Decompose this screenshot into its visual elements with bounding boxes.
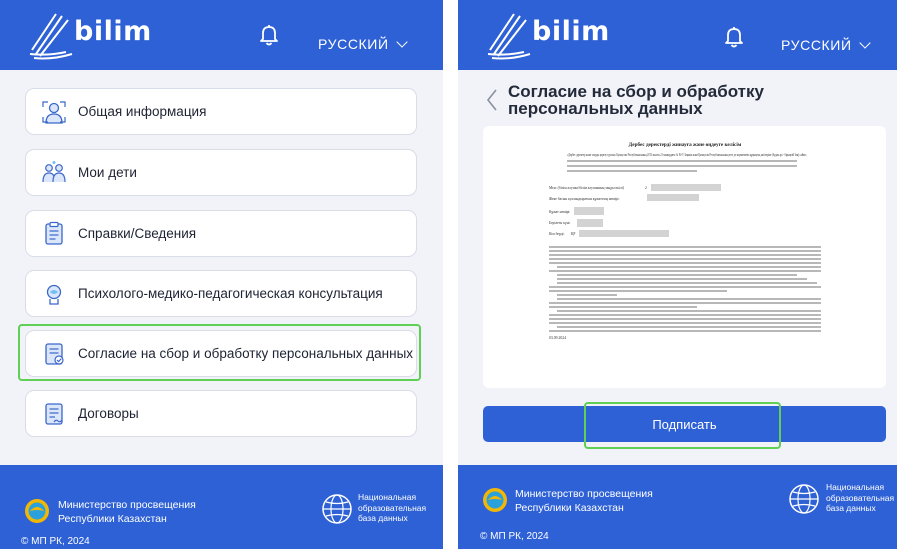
bilim-logo[interactable]: bilim [486,10,616,60]
globe-logo-icon [322,494,352,524]
children-icon [42,160,66,182]
nedb-line-1: Национальная [358,492,417,502]
book-icon [487,13,531,60]
doc-field-5: Кім берді: [549,232,565,236]
highlight-box [18,324,421,381]
doc-date: 03.09.2024 [549,336,566,340]
ministry-line-1: Министерство просвещения [515,488,653,500]
doc-field-3: Құжат нөмірі: [549,210,570,214]
language-selector[interactable]: РУССКИЙ [781,37,871,53]
nedb-line-3: база данных [358,513,408,523]
language-label: РУССКИЙ [318,36,389,52]
menu-item-my-children[interactable]: Мои дети [25,149,417,196]
chevron-down-icon [858,37,871,49]
logo-text: bilim [532,16,610,47]
chevron-down-icon [395,36,408,48]
back-arrow-icon[interactable] [484,88,500,112]
doc-intro-lines [567,160,797,172]
book-icon [29,13,73,60]
consent-document-viewer[interactable]: Дербес деректерді жинауға және өңдеуге к… [483,126,886,388]
menu-item-label: Общая информация [78,104,207,119]
contract-icon [45,402,63,425]
doc-field-value-5: ҚР [571,232,575,236]
nedb-line-2: образовательная [358,502,427,513]
nedb-line-3: база данных [826,503,876,513]
app-header: bilim РУССКИЙ [458,0,897,70]
app-header: bilim РУССКИЙ [0,0,443,70]
nedb-line-1: Национальная [826,482,885,492]
menu-item-label: Психолого-медико-педагогическая консульт… [78,286,383,301]
menu-item-general-info[interactable]: Общая информация [25,88,417,135]
nedb-line-2: образовательная [826,492,895,503]
logo-text: bilim [74,16,152,47]
globe-logo-icon [789,484,819,514]
bell-icon[interactable] [724,26,744,48]
ministry-line-2: Республики Казахстан [58,513,167,525]
ministry-line-2: Республики Казахстан [515,502,624,514]
info-person-icon [42,100,66,124]
screenshot-stage: bilim РУССКИЙ Общая информация Мои дети … [0,0,897,549]
doc-redacted-fields [574,184,721,237]
highlight-box [584,402,781,449]
menu-item-certificates[interactable]: Справки/Сведения [25,210,417,257]
doc-field-1: Мен: (білім алушы/білім алушының заңды ө… [549,186,625,190]
menu-item-label: Мои дети [78,165,137,180]
doc-heading: Дербес деректерді жинауға және өңдеуге к… [629,141,742,148]
menu-item-pmpc[interactable]: Психолого-медико-педагогическая консульт… [25,270,417,317]
menu-screen: bilim РУССКИЙ Общая информация Мои дети … [0,0,443,549]
page-title: Согласие на сбор и обработку персональны… [508,82,764,118]
doc-field-2: Жеке басын куәландыратын құжаттың нөмірі… [549,197,619,201]
menu-item-contracts[interactable]: Договоры [25,390,417,437]
app-footer: Министерство просвещения Республики Каза… [0,465,443,549]
copyright: © МП РК, 2024 [480,531,549,542]
ministry-line-1: Министерство просвещения [58,499,196,511]
doc-intro: «Дербес деректер және оларды қорғау тура… [567,153,807,158]
menu-item-label: Договоры [78,406,139,421]
consultation-icon [46,284,62,305]
consent-screen: bilim РУССКИЙ Согласие на сбор и обработ… [458,0,897,549]
bell-icon[interactable] [259,24,279,46]
app-footer: Министерство просвещения Республики Каза… [458,465,897,549]
doc-body-lines [549,246,821,332]
copyright: © МП РК, 2024 [21,536,90,547]
ministry-emblem-icon [483,488,507,512]
bilim-logo[interactable]: bilim [28,10,158,60]
document-icon [45,221,63,245]
ministry-emblem-icon [25,499,49,523]
language-selector[interactable]: РУССКИЙ [318,36,408,52]
menu-item-label: Справки/Сведения [78,226,197,241]
language-label: РУССКИЙ [781,37,852,53]
doc-field-value-1: 2 [645,186,647,190]
doc-field-4: Берілген күні: [549,221,571,225]
consent-document-page: Дербес деректерді жинауға және өңдеуге к… [549,141,821,340]
